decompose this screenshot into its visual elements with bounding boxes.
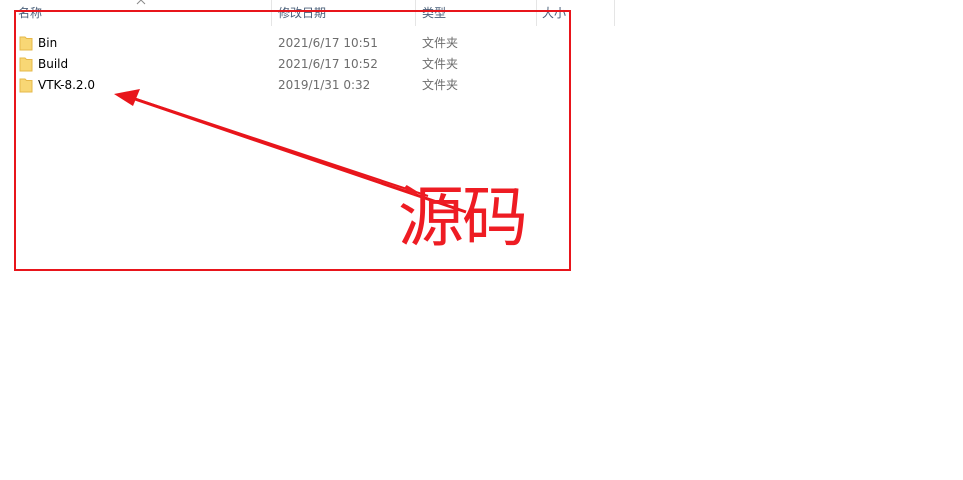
sort-ascending-icon <box>136 0 146 5</box>
file-explorer-view: 名称 修改日期 类型 大小 Bin 2021/6/17 10:51 文件夹 Bu… <box>0 0 963 480</box>
annotation-label: 源码 <box>398 179 528 256</box>
column-divider[interactable] <box>614 0 615 26</box>
